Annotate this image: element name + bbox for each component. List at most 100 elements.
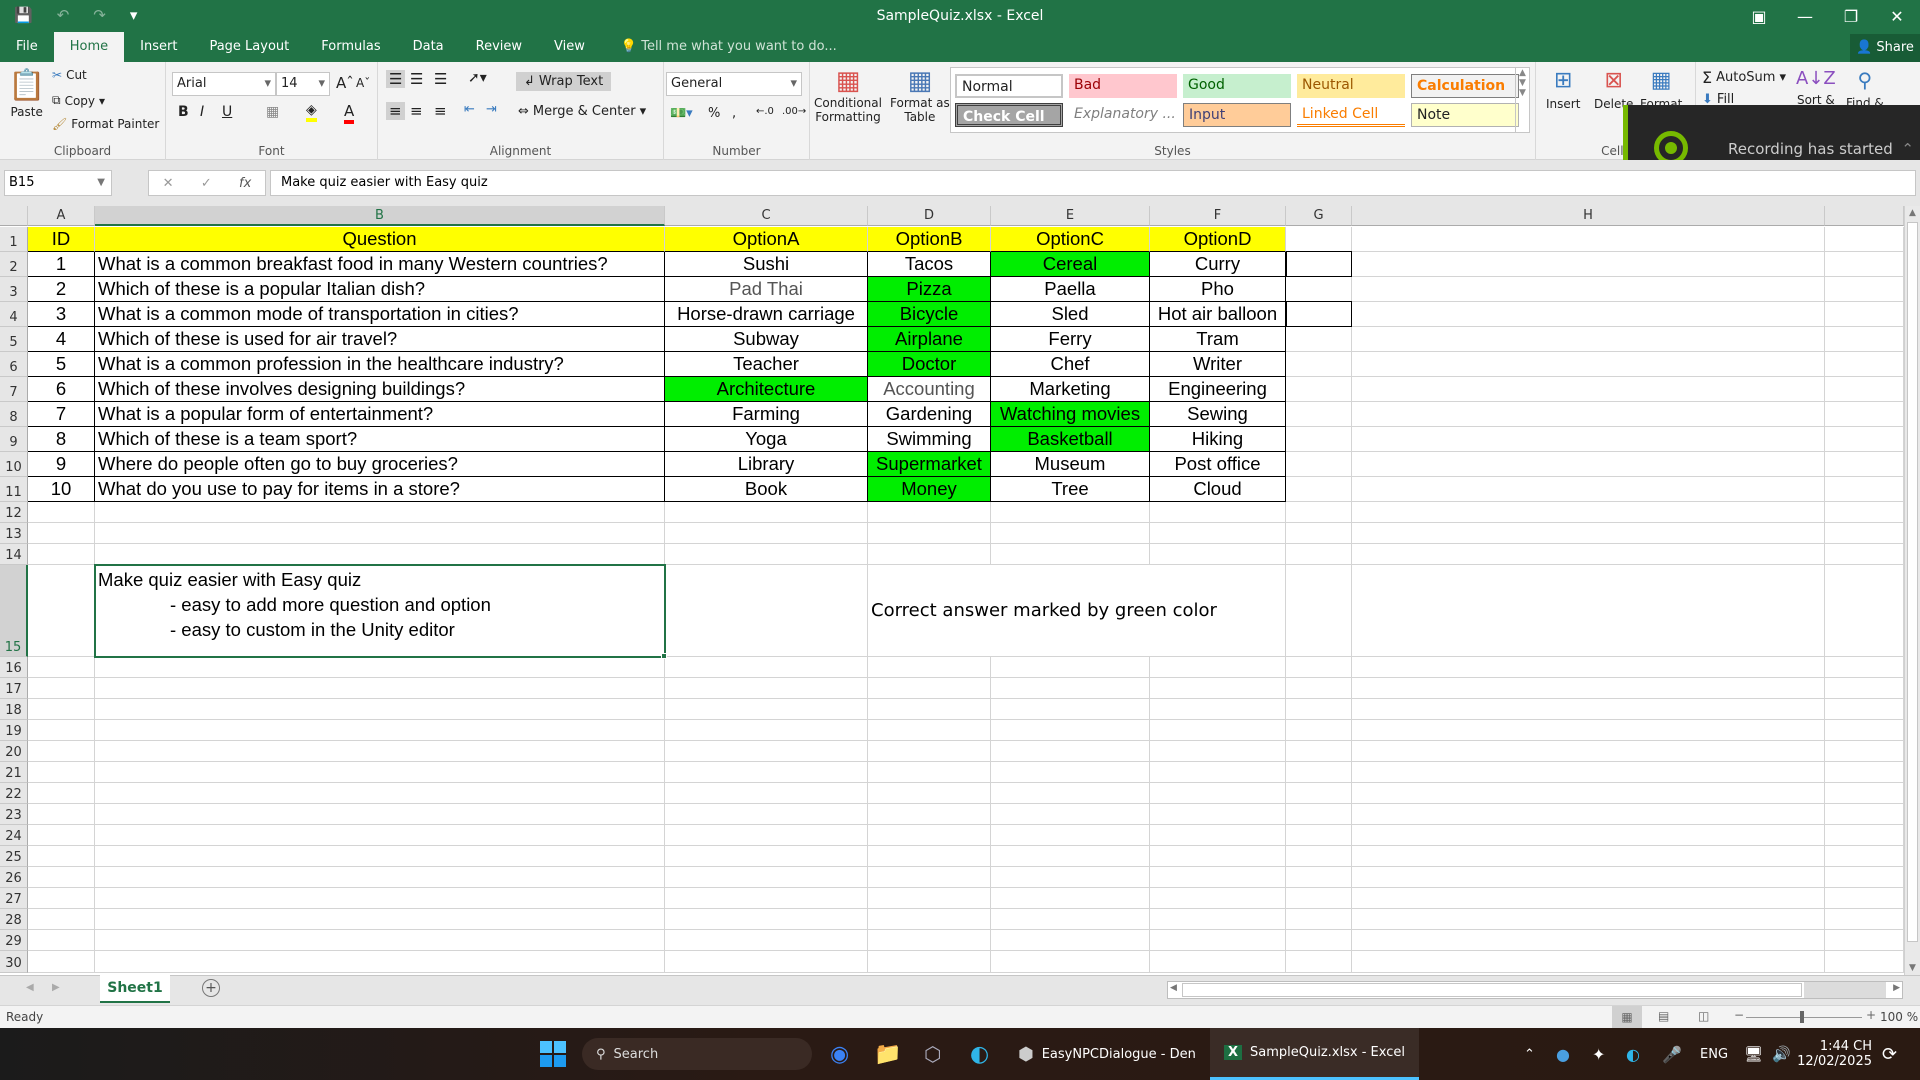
grid-cell[interactable] xyxy=(665,762,868,783)
start-button[interactable] xyxy=(540,1028,566,1080)
align-right-button[interactable]: ≡ xyxy=(434,102,447,120)
row-header-6[interactable]: 6 xyxy=(0,352,28,377)
header-cell-question[interactable]: Question xyxy=(95,227,665,252)
tab-review[interactable]: Review xyxy=(460,32,538,62)
column-header-d[interactable]: D xyxy=(868,206,991,226)
grid-cell[interactable] xyxy=(868,523,991,544)
grid-cell[interactable] xyxy=(95,699,665,720)
normal-view-icon[interactable]: ▦ xyxy=(1612,1006,1642,1028)
id-cell[interactable]: 4 xyxy=(28,327,95,352)
option-cell[interactable]: Horse-drawn carriage xyxy=(665,302,868,327)
option-cell[interactable]: Tacos xyxy=(868,252,991,277)
grid-cell[interactable] xyxy=(95,951,665,973)
id-cell[interactable]: 7 xyxy=(28,402,95,427)
row-header-18[interactable]: 18 xyxy=(0,699,28,720)
grid-cell[interactable] xyxy=(1286,523,1352,544)
grid-cell[interactable] xyxy=(28,523,95,544)
grid-cell[interactable] xyxy=(95,720,665,741)
grid-cell[interactable] xyxy=(1150,825,1286,846)
grid-cell[interactable] xyxy=(665,720,868,741)
restore-icon[interactable]: ❐ xyxy=(1828,0,1874,32)
grid-cell[interactable] xyxy=(1286,565,1352,657)
grid-cell[interactable] xyxy=(991,909,1150,930)
grid-cell[interactable] xyxy=(95,741,665,762)
grid-cell[interactable] xyxy=(868,657,991,678)
id-cell[interactable]: 8 xyxy=(28,427,95,452)
page-layout-view-icon[interactable]: ▤ xyxy=(1658,1009,1669,1023)
row-header-20[interactable]: 20 xyxy=(0,741,28,762)
grid-cell[interactable] xyxy=(1286,951,1352,973)
question-cell[interactable]: What do you use to pay for items in a st… xyxy=(95,477,665,502)
grid-cell[interactable] xyxy=(1286,352,1352,377)
tab-file[interactable]: File xyxy=(0,32,54,62)
collapse-icon[interactable]: ⌃ xyxy=(1901,140,1914,158)
grid-cell[interactable] xyxy=(665,741,868,762)
grid-cell[interactable] xyxy=(1352,804,1825,825)
grid-cell[interactable] xyxy=(1150,804,1286,825)
row-header-4[interactable]: 4 xyxy=(0,302,28,327)
clock[interactable]: 1:44 CH 12/02/2025 xyxy=(1797,1028,1872,1080)
grid-cell[interactable] xyxy=(28,720,95,741)
ribbon-display-icon[interactable]: ▣ xyxy=(1736,0,1782,32)
grid-cell[interactable] xyxy=(1352,427,1825,452)
grid-cell[interactable] xyxy=(1286,825,1352,846)
copy-button[interactable]: ⧉ Copy ▾ xyxy=(52,93,105,108)
column-header-i[interactable] xyxy=(1825,206,1904,226)
question-cell[interactable]: Where do people often go to buy grocerie… xyxy=(95,452,665,477)
grid-cell[interactable] xyxy=(1286,762,1352,783)
grid-cell[interactable] xyxy=(991,930,1150,951)
grid-cell[interactable] xyxy=(1286,699,1352,720)
header-cell-optiond[interactable]: OptionD xyxy=(1150,227,1286,252)
grid-cell[interactable] xyxy=(1352,762,1825,783)
grid-cell[interactable] xyxy=(1352,402,1825,427)
option-cell-correct[interactable]: Airplane xyxy=(868,327,991,352)
row-header-9[interactable]: 9 xyxy=(0,427,28,452)
tab-view[interactable]: View xyxy=(538,32,601,62)
vertical-scrollbar[interactable]: ▲ ▼ xyxy=(1904,206,1920,975)
row-header-1[interactable]: 1 xyxy=(0,227,28,252)
top-align-button[interactable]: ☰ xyxy=(386,70,406,88)
volume-icon[interactable]: 🔊 xyxy=(1772,1028,1791,1080)
grid-cell[interactable] xyxy=(1286,277,1352,302)
grid-cell[interactable] xyxy=(665,502,868,523)
option-cell[interactable]: Paella xyxy=(991,277,1150,302)
grid-cell[interactable] xyxy=(991,762,1150,783)
style-normal[interactable]: Normal xyxy=(955,74,1063,98)
microphone-icon[interactable]: 🎤 xyxy=(1662,1028,1682,1080)
grid-cell[interactable] xyxy=(1286,377,1352,402)
increase-indent-button[interactable]: ⇥ xyxy=(486,102,497,117)
grid-cell[interactable] xyxy=(95,544,665,565)
row-header-27[interactable]: 27 xyxy=(0,888,28,909)
grid-cell[interactable] xyxy=(28,804,95,825)
option-cell[interactable]: Pho xyxy=(1150,277,1286,302)
grid-cell[interactable] xyxy=(868,867,991,888)
grid-cell[interactable] xyxy=(28,930,95,951)
grid-cell[interactable] xyxy=(1352,523,1825,544)
id-cell[interactable]: 2 xyxy=(28,277,95,302)
zoom-level[interactable]: 100 % xyxy=(1880,1010,1918,1024)
bottom-align-button[interactable]: ☰ xyxy=(434,70,447,88)
option-cell[interactable]: Library xyxy=(665,452,868,477)
grid-cell[interactable] xyxy=(868,699,991,720)
grid-cell[interactable] xyxy=(991,804,1150,825)
grid-cell[interactable] xyxy=(1286,657,1352,678)
grid-cell[interactable] xyxy=(665,825,868,846)
decrease-indent-button[interactable]: ⇤ xyxy=(464,102,475,117)
grid-cell[interactable] xyxy=(1825,252,1904,277)
wrap-text-button[interactable]: ↲ Wrap Text xyxy=(516,72,612,91)
grid-cell[interactable] xyxy=(1150,523,1286,544)
grid-cell[interactable] xyxy=(1150,909,1286,930)
file-explorer-icon[interactable]: 📁 xyxy=(874,1028,901,1080)
tray-app-icon[interactable]: ● xyxy=(1556,1028,1570,1080)
grid-cell[interactable] xyxy=(868,720,991,741)
option-cell[interactable]: Sewing xyxy=(1150,402,1286,427)
row-header-14[interactable]: 14 xyxy=(0,544,28,565)
percent-button[interactable]: % xyxy=(708,106,720,121)
grid-cell[interactable] xyxy=(1286,427,1352,452)
question-cell[interactable]: What is a common breakfast food in many … xyxy=(95,252,665,277)
grid-cell[interactable] xyxy=(868,741,991,762)
option-cell[interactable]: Hot air balloon xyxy=(1150,302,1286,327)
grid-cell[interactable] xyxy=(1825,741,1904,762)
row-header-8[interactable]: 8 xyxy=(0,402,28,427)
option-cell[interactable]: Hiking xyxy=(1150,427,1286,452)
